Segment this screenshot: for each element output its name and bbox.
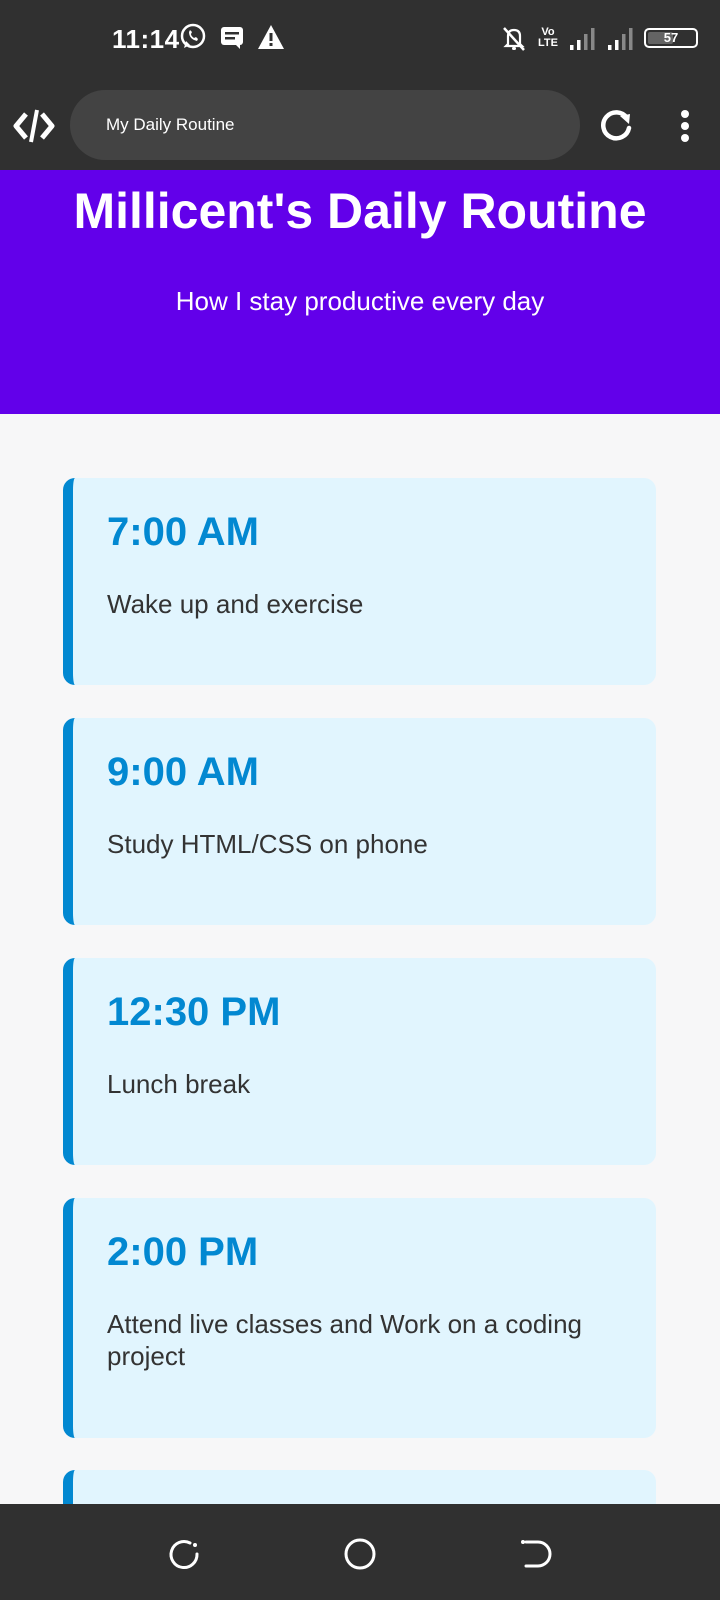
routine-time: 12:30 PM: [107, 990, 281, 1034]
volte-indicator: Vo LTE: [538, 26, 558, 49]
home-icon[interactable]: [342, 1536, 378, 1572]
routine-time: 2:00 PM: [107, 1230, 259, 1274]
message-icon: [221, 27, 243, 49]
page-title-in-url: My Daily Routine: [106, 115, 235, 134]
whatsapp-icon: [180, 23, 206, 49]
routine-card: 2:00 PM Attend live classes and Work on …: [63, 1198, 656, 1438]
signal-icon: [570, 28, 595, 50]
notifications-off-icon: [503, 27, 525, 51]
page-subtitle: How I stay productive every day: [175, 286, 545, 316]
warning-icon: [258, 25, 284, 49]
url-bar[interactable]: My Daily Routine: [70, 90, 580, 160]
routine-time: 9:00 AM: [107, 750, 259, 794]
routine-card: 9:00 AM Study HTML/CSS on phone: [63, 718, 656, 925]
hero-header: Millicent's Daily Routine How I stay pro…: [0, 170, 720, 414]
status-time: 11:14: [112, 24, 180, 54]
page-title: Millicent's Daily Routine: [73, 183, 647, 239]
browser-toolbar: My Daily Routine: [0, 82, 720, 170]
notification-icons: [178, 22, 286, 52]
routine-activity: Lunch break: [107, 1069, 251, 1099]
routine-activity: Study HTML/CSS on phone: [107, 829, 428, 859]
routine-time: 7:00 AM: [107, 510, 259, 554]
battery-icon: 57: [644, 28, 698, 48]
back-icon[interactable]: [518, 1536, 554, 1572]
system-nav-bar: [0, 1504, 720, 1600]
routine-activity: Wake up and exercise: [107, 589, 364, 619]
status-bar: 11:14 Vo LTE 57: [0, 0, 720, 82]
system-icons: Vo LTE 57: [500, 24, 698, 52]
app-logo-icon[interactable]: [12, 106, 56, 146]
routine-activity: Attend live classes and Work on a coding…: [107, 1309, 583, 1371]
signal-2-icon: [608, 28, 633, 50]
more-vert-icon[interactable]: [670, 106, 700, 146]
routine-card: 7:00 AM Wake up and exercise: [63, 478, 656, 685]
battery-level: 57: [663, 30, 679, 45]
recent-apps-icon[interactable]: [166, 1536, 202, 1572]
reload-icon[interactable]: [596, 106, 636, 146]
routine-card: 12:30 PM Lunch break: [63, 958, 656, 1165]
